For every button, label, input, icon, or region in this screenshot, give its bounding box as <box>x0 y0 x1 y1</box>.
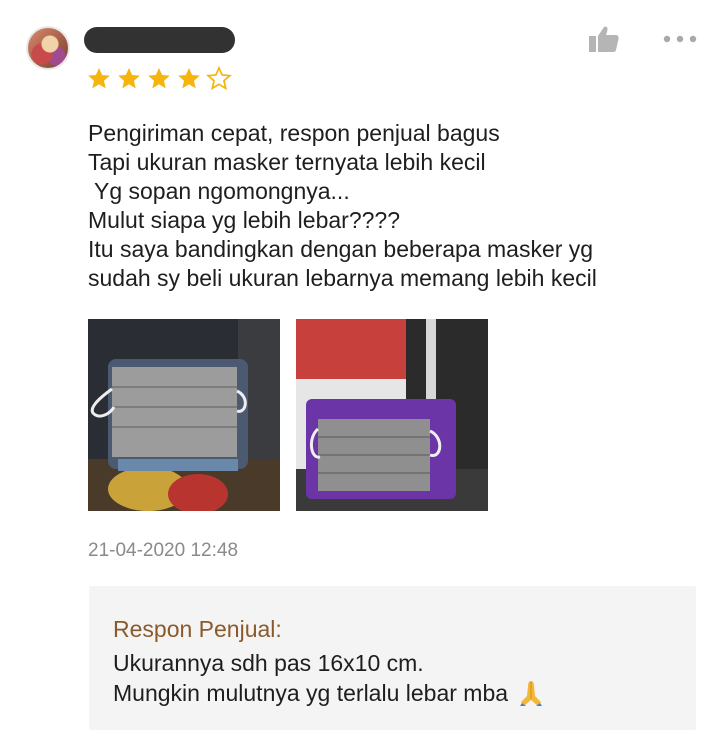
star-outline-icon <box>206 66 232 91</box>
more-dots-icon <box>663 35 697 43</box>
seller-response: Respon Penjual: Ukurannya sdh pas 16x10 … <box>89 586 696 730</box>
like-button[interactable] <box>588 25 620 53</box>
seller-response-text: Ukurannya sdh pas 16x10 cm. Mungkin mulu… <box>113 649 546 708</box>
review-text-line: Yg sopan ngomongnya... <box>88 178 350 204</box>
more-options-button[interactable] <box>662 30 698 48</box>
review-text: Pengiriman cepat, respon penjual bagus Ta… <box>88 119 688 293</box>
avatar[interactable] <box>26 26 70 70</box>
folded-hands-icon <box>520 681 543 706</box>
thumbs-up-icon <box>589 26 619 52</box>
review-photo-1[interactable] <box>88 319 280 511</box>
seller-response-line-text: Ukurannya sdh pas 16x10 cm. <box>113 650 424 676</box>
star-rating <box>86 66 232 92</box>
mask-photo-image <box>88 319 280 511</box>
star-filled-icon <box>178 67 200 89</box>
star-filled-icon <box>148 67 170 89</box>
seller-response-title: Respon Penjual: <box>113 616 282 642</box>
review-text-line: Mulut siapa yg lebih lebar???? <box>88 207 400 233</box>
mask-photo-image <box>296 319 488 511</box>
review-text-line: Tapi ukuran masker ternyata lebih kecil <box>88 149 486 175</box>
seller-response-line: Mungkin mulutnya yg terlalu lebar mba <box>113 678 546 708</box>
star-filled-icon <box>88 67 110 89</box>
review-text-line: Itu saya bandingkan dengan beberapa mask… <box>88 236 594 262</box>
username-redacted <box>84 27 235 53</box>
seller-response-line-text: Mungkin mulutnya yg terlalu lebar mba <box>113 679 509 706</box>
review-text-line: Pengiriman cepat, respon penjual bagus <box>88 120 500 146</box>
review-card: Pengiriman cepat, respon penjual bagus Ta… <box>0 0 719 745</box>
seller-response-line: Ukurannya sdh pas 16x10 cm. <box>113 649 546 678</box>
review-photo-2[interactable] <box>296 319 488 511</box>
review-text-line: sudah sy beli ukuran lebarnya memang leb… <box>88 265 597 291</box>
star-filled-icon <box>118 67 140 89</box>
review-timestamp: 21-04-2020 12:48 <box>88 540 239 561</box>
